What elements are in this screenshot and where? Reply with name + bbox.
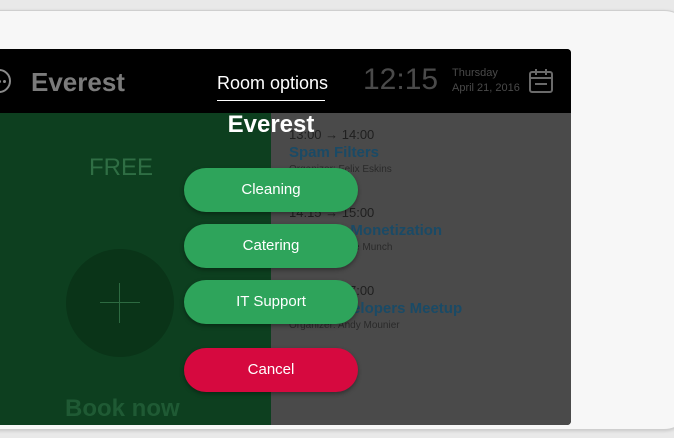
- it-support-button[interactable]: IT Support: [184, 280, 358, 324]
- dialog-title: Everest: [227, 111, 315, 138]
- room-options-dialog: Everest Cleaning Catering IT Support Can…: [0, 49, 571, 425]
- screen: Everest Room options 12:15 Thursday Apri…: [0, 49, 571, 425]
- catering-button[interactable]: Catering: [184, 224, 358, 268]
- device-frame: Everest Room options 12:15 Thursday Apri…: [0, 10, 674, 430]
- cancel-button[interactable]: Cancel: [184, 348, 358, 392]
- cleaning-button[interactable]: Cleaning: [184, 168, 358, 212]
